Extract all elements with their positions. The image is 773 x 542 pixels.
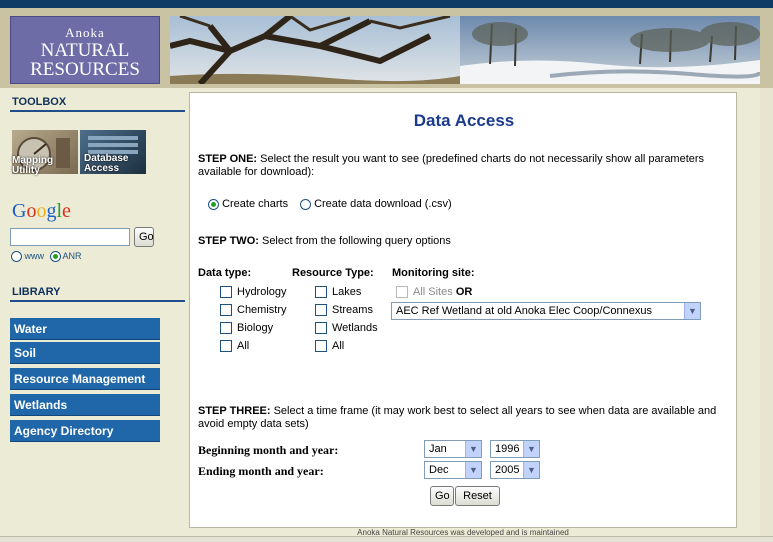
monitoring-site-heading: Monitoring site: <box>392 267 475 279</box>
sidebar: TOOLBOX Mapping Utility Database Access … <box>0 90 188 542</box>
checkbox-wetlands[interactable]: Wetlands <box>315 322 378 335</box>
data-type-heading: Data type: <box>198 267 252 279</box>
data-all-label: All <box>237 340 250 352</box>
begin-month-select[interactable]: Jan ▼ <box>424 440 482 458</box>
radio-create-charts[interactable] <box>208 198 219 210</box>
biology-box[interactable] <box>220 322 232 335</box>
or-label: OR <box>455 286 473 298</box>
ending-label: Ending month and year: <box>198 464 324 478</box>
end-year-select[interactable]: 2005 ▼ <box>490 461 540 479</box>
site-header: Anoka NATURAL RESOURCES <box>0 8 773 88</box>
output-option-download[interactable]: Create data download (.csv) <box>300 198 452 210</box>
all-sites-label: All Sites <box>413 286 453 298</box>
end-month-value: Dec <box>429 464 449 476</box>
wetlands-box[interactable] <box>315 322 327 335</box>
data-all-box[interactable] <box>220 340 232 353</box>
hydrology-box[interactable] <box>220 286 232 299</box>
hydrology-label: Hydrology <box>237 286 287 298</box>
site-logo[interactable]: Anoka NATURAL RESOURCES <box>10 16 160 84</box>
step-one-text: STEP ONE: Select the result you want to … <box>198 153 728 179</box>
all-sites-box[interactable] <box>396 286 408 299</box>
google-logo: Google <box>12 200 71 222</box>
monitoring-site-select[interactable]: AEC Ref Wetland at old Anoka Elec Coop/C… <box>391 302 701 320</box>
biology-label: Biology <box>237 322 274 334</box>
chemistry-box[interactable] <box>220 304 232 317</box>
lakes-label: Lakes <box>332 286 362 298</box>
checkbox-resource-all[interactable]: All <box>315 340 345 353</box>
logo-line-2: NATURAL <box>40 40 130 61</box>
toolbox-divider <box>10 110 185 112</box>
google-go-button[interactable]: Go <box>134 227 154 247</box>
toolbox-heading: TOOLBOX <box>12 96 67 108</box>
end-year-value: 2005 <box>495 464 520 476</box>
database-access-label: Database Access <box>84 153 129 174</box>
mapping-utility-link[interactable]: Mapping Utility <box>12 130 78 176</box>
nav-resource-management[interactable]: Resource Management <box>10 368 160 390</box>
step-three-label: STEP THREE: <box>198 405 271 417</box>
step-one-label: STEP ONE: <box>198 153 258 165</box>
checkbox-data-all[interactable]: All <box>220 340 250 353</box>
page-title: Data Access <box>413 111 515 130</box>
database-access-link[interactable]: Database Access <box>80 130 146 174</box>
search-scope-radios: www ANR <box>11 251 82 263</box>
lakes-box[interactable] <box>315 286 327 299</box>
radio-anr-label: ANR <box>62 251 82 261</box>
chevron-down-icon: ▼ <box>465 462 481 478</box>
go-button[interactable]: Go <box>430 486 454 506</box>
streams-label: Streams <box>332 304 373 316</box>
create-charts-label: Create charts <box>222 198 289 210</box>
beginning-label: Beginning month and year: <box>198 443 339 457</box>
resource-all-box[interactable] <box>315 340 327 353</box>
radio-anr[interactable] <box>49 251 61 263</box>
checkbox-streams[interactable]: Streams <box>315 304 373 317</box>
nav-agency-directory[interactable]: Agency Directory <box>10 420 160 442</box>
begin-month-value: Jan <box>429 443 447 455</box>
step-two-text: STEP TWO: Select from the following quer… <box>198 235 728 248</box>
google-search-input[interactable] <box>10 228 130 246</box>
step-three-text: STEP THREE: Select a time frame (it may … <box>198 405 728 431</box>
nav-soil[interactable]: Soil <box>10 342 160 364</box>
chevron-down-icon: ▼ <box>684 303 700 319</box>
checkbox-chemistry[interactable]: Chemistry <box>220 304 287 317</box>
resource-type-heading: Resource Type: <box>292 267 374 279</box>
chemistry-label: Chemistry <box>237 304 287 316</box>
end-month-select[interactable]: Dec ▼ <box>424 461 482 479</box>
mapping-utility-label: Mapping Utility <box>12 155 54 176</box>
library-heading: LIBRARY <box>12 286 61 298</box>
step-two-label: STEP TWO: <box>198 235 259 247</box>
radio-www[interactable] <box>11 251 22 263</box>
nav-water[interactable]: Water <box>10 318 160 340</box>
checkbox-biology[interactable]: Biology <box>220 322 274 335</box>
create-download-label: Create data download (.csv) <box>314 198 452 210</box>
radio-create-download[interactable] <box>300 198 311 210</box>
output-option-charts[interactable]: Create charts <box>208 198 288 210</box>
header-banner-image <box>170 16 760 84</box>
horizontal-scrollbar[interactable] <box>0 536 773 542</box>
chevron-down-icon: ▼ <box>523 462 539 478</box>
monitoring-site-value: AEC Ref Wetland at old Anoka Elec Coop/C… <box>396 305 653 317</box>
checkbox-all-sites[interactable]: All Sites OR <box>396 286 473 299</box>
resource-all-label: All <box>332 340 345 352</box>
begin-year-value: 1996 <box>495 443 520 455</box>
begin-year-select[interactable]: 1996 ▼ <box>490 440 540 458</box>
nav-wetlands[interactable]: Wetlands <box>10 394 160 416</box>
library-divider <box>10 300 185 302</box>
chevron-down-icon: ▼ <box>523 441 539 457</box>
chevron-down-icon: ▼ <box>465 441 481 457</box>
step-one-desc: Select the result you want to see (prede… <box>198 153 705 178</box>
data-access-panel: Data Access STEP ONE: Select the result … <box>189 92 737 528</box>
checkbox-hydrology[interactable]: Hydrology <box>220 286 287 299</box>
checkbox-lakes[interactable]: Lakes <box>315 286 362 299</box>
reset-button[interactable]: Reset <box>455 486 500 506</box>
wetlands-label: Wetlands <box>332 322 378 334</box>
top-bar <box>0 0 773 8</box>
step-three-desc: Select a time frame (it may work best to… <box>198 405 717 430</box>
radio-www-label: www <box>24 251 45 261</box>
right-margin <box>760 88 773 536</box>
streams-box[interactable] <box>315 304 327 317</box>
logo-line-3: RESOURCES <box>30 59 140 80</box>
logo-line-1: Anoka <box>65 25 105 40</box>
step-two-desc: Select from the following query options <box>258 235 451 247</box>
